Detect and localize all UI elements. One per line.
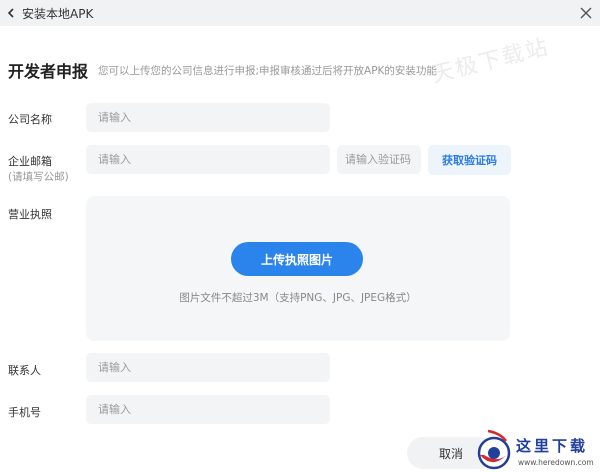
site-logo: 这里下载 www.heredown.com — [470, 425, 600, 472]
chevron-left-icon — [7, 8, 14, 18]
title-bar: 安装本地APK — [0, 0, 600, 26]
license-upload-area[interactable]: 上传执照图片 图片文件不超过3M（支持PNG、JPG、JPEG格式） — [86, 196, 510, 341]
close-icon — [580, 7, 592, 19]
email-input[interactable] — [86, 145, 330, 174]
company-name-label: 公司名称 — [8, 113, 52, 126]
upload-license-button[interactable]: 上传执照图片 — [231, 242, 363, 276]
logo-mark-icon — [477, 429, 511, 470]
verification-code-input[interactable] — [337, 145, 421, 174]
license-label: 营业执照 — [8, 208, 52, 221]
logo-url: www.heredown.com — [518, 458, 594, 467]
upload-hint: 图片文件不超过3M（支持PNG、JPG、JPEG格式） — [179, 292, 417, 304]
phone-input[interactable] — [86, 395, 330, 424]
page-title: 开发者申报 — [8, 62, 89, 81]
get-code-button[interactable]: 获取验证码 — [428, 145, 511, 175]
email-label: 企业邮箱 — [8, 155, 52, 168]
contact-label: 联系人 — [8, 364, 41, 377]
window-title: 安装本地APK — [22, 6, 94, 21]
phone-label: 手机号 — [8, 406, 41, 419]
company-name-input[interactable] — [86, 103, 330, 132]
watermark: 天极下载站 — [429, 34, 552, 89]
logo-text: 这里下载 — [516, 437, 589, 455]
email-sublabel: (请填写公邮) — [8, 171, 69, 183]
page-description: 您可以上传您的公司信息进行申报;申报审核通过后将开放APK的安装功能 — [98, 65, 437, 77]
back-button[interactable]: 安装本地APK — [6, 3, 93, 23]
close-button[interactable] — [576, 3, 596, 23]
contact-input[interactable] — [86, 353, 330, 382]
